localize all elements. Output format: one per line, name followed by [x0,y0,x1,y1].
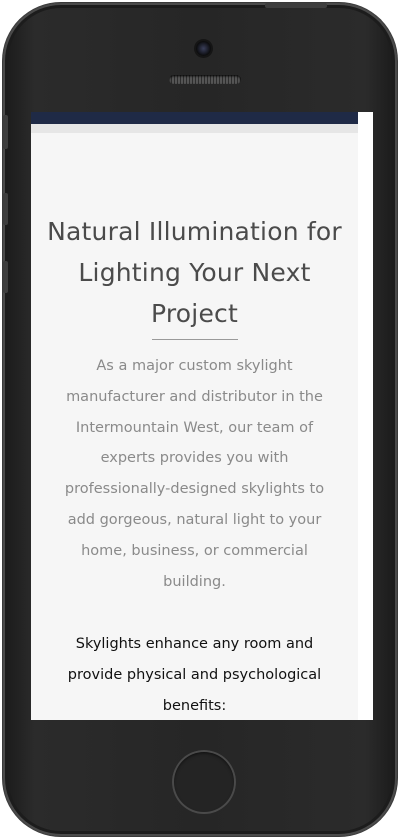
volume-up-button [3,193,8,225]
power-button [265,3,327,8]
benefits-intro: Skylights enhance any room and provide p… [67,636,322,714]
navbar-shadow-bar [31,124,358,133]
title-divider [152,339,238,340]
speaker-grille [169,75,241,84]
home-button-icon[interactable] [172,750,236,814]
mute-switch [3,115,8,149]
volume-down-button [3,261,8,293]
scrollbar[interactable] [358,112,373,720]
page-title: Natural Illumination for Lighting Your N… [47,217,342,328]
site-navbar[interactable] [31,112,358,124]
hero-section: Natural Illumination for Lighting Your N… [31,133,358,720]
phone-screen: Natural Illumination for Lighting Your N… [31,112,373,720]
intro-paragraph: As a major custom skylight manufacturer … [64,358,325,590]
camera-icon [196,41,211,56]
